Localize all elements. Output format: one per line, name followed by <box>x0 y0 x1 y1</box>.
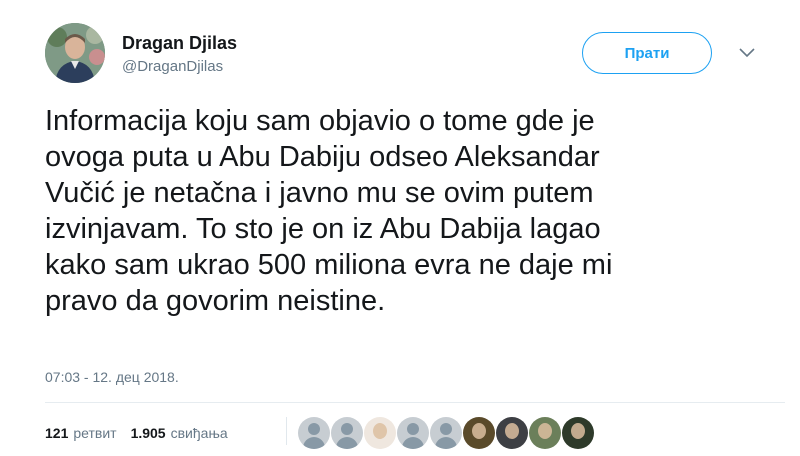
liker-avatar[interactable] <box>364 417 396 449</box>
liker-avatar[interactable] <box>397 417 429 449</box>
retweets-label[interactable]: ретвит <box>73 425 116 441</box>
liker-photo <box>571 423 585 439</box>
more-options-chevron-down-icon[interactable] <box>737 45 757 61</box>
tweet-header: Dragan Djilas @DraganDjilas Прати <box>45 23 785 89</box>
user-names: Dragan Djilas @DraganDjilas <box>122 32 237 78</box>
liker-avatar[interactable] <box>331 417 363 449</box>
follow-button-label: Прати <box>624 44 670 62</box>
avatar[interactable] <box>45 23 105 83</box>
tweet-stats: 121 ретвит 1.905 свиђања <box>45 425 228 441</box>
liker-avatars <box>298 417 595 449</box>
display-name[interactable]: Dragan Djilas <box>122 32 237 54</box>
user-handle[interactable]: @DraganDjilas <box>122 56 237 78</box>
liker-photo <box>472 423 486 439</box>
tweet-timestamp[interactable]: 07:03 - 12. дец 2018. <box>45 369 179 385</box>
liker-avatar[interactable] <box>430 417 462 449</box>
stats-separator <box>286 417 287 445</box>
liker-avatar[interactable] <box>463 417 495 449</box>
divider <box>45 402 785 403</box>
liker-avatar[interactable] <box>496 417 528 449</box>
liker-avatar[interactable] <box>529 417 561 449</box>
liker-photo <box>538 423 552 439</box>
liker-avatar[interactable] <box>562 417 594 449</box>
liker-avatar[interactable] <box>298 417 330 449</box>
avatar-photo <box>45 23 105 83</box>
likes-label[interactable]: свиђања <box>171 425 228 441</box>
liker-photo <box>373 423 387 439</box>
tweet-text: Informacija koju sam objavio o tome gde … <box>45 105 613 317</box>
liker-photo <box>505 423 519 439</box>
retweets-count[interactable]: 121 <box>45 425 68 441</box>
likes-count[interactable]: 1.905 <box>131 425 166 441</box>
follow-button[interactable]: Прати <box>582 32 712 74</box>
